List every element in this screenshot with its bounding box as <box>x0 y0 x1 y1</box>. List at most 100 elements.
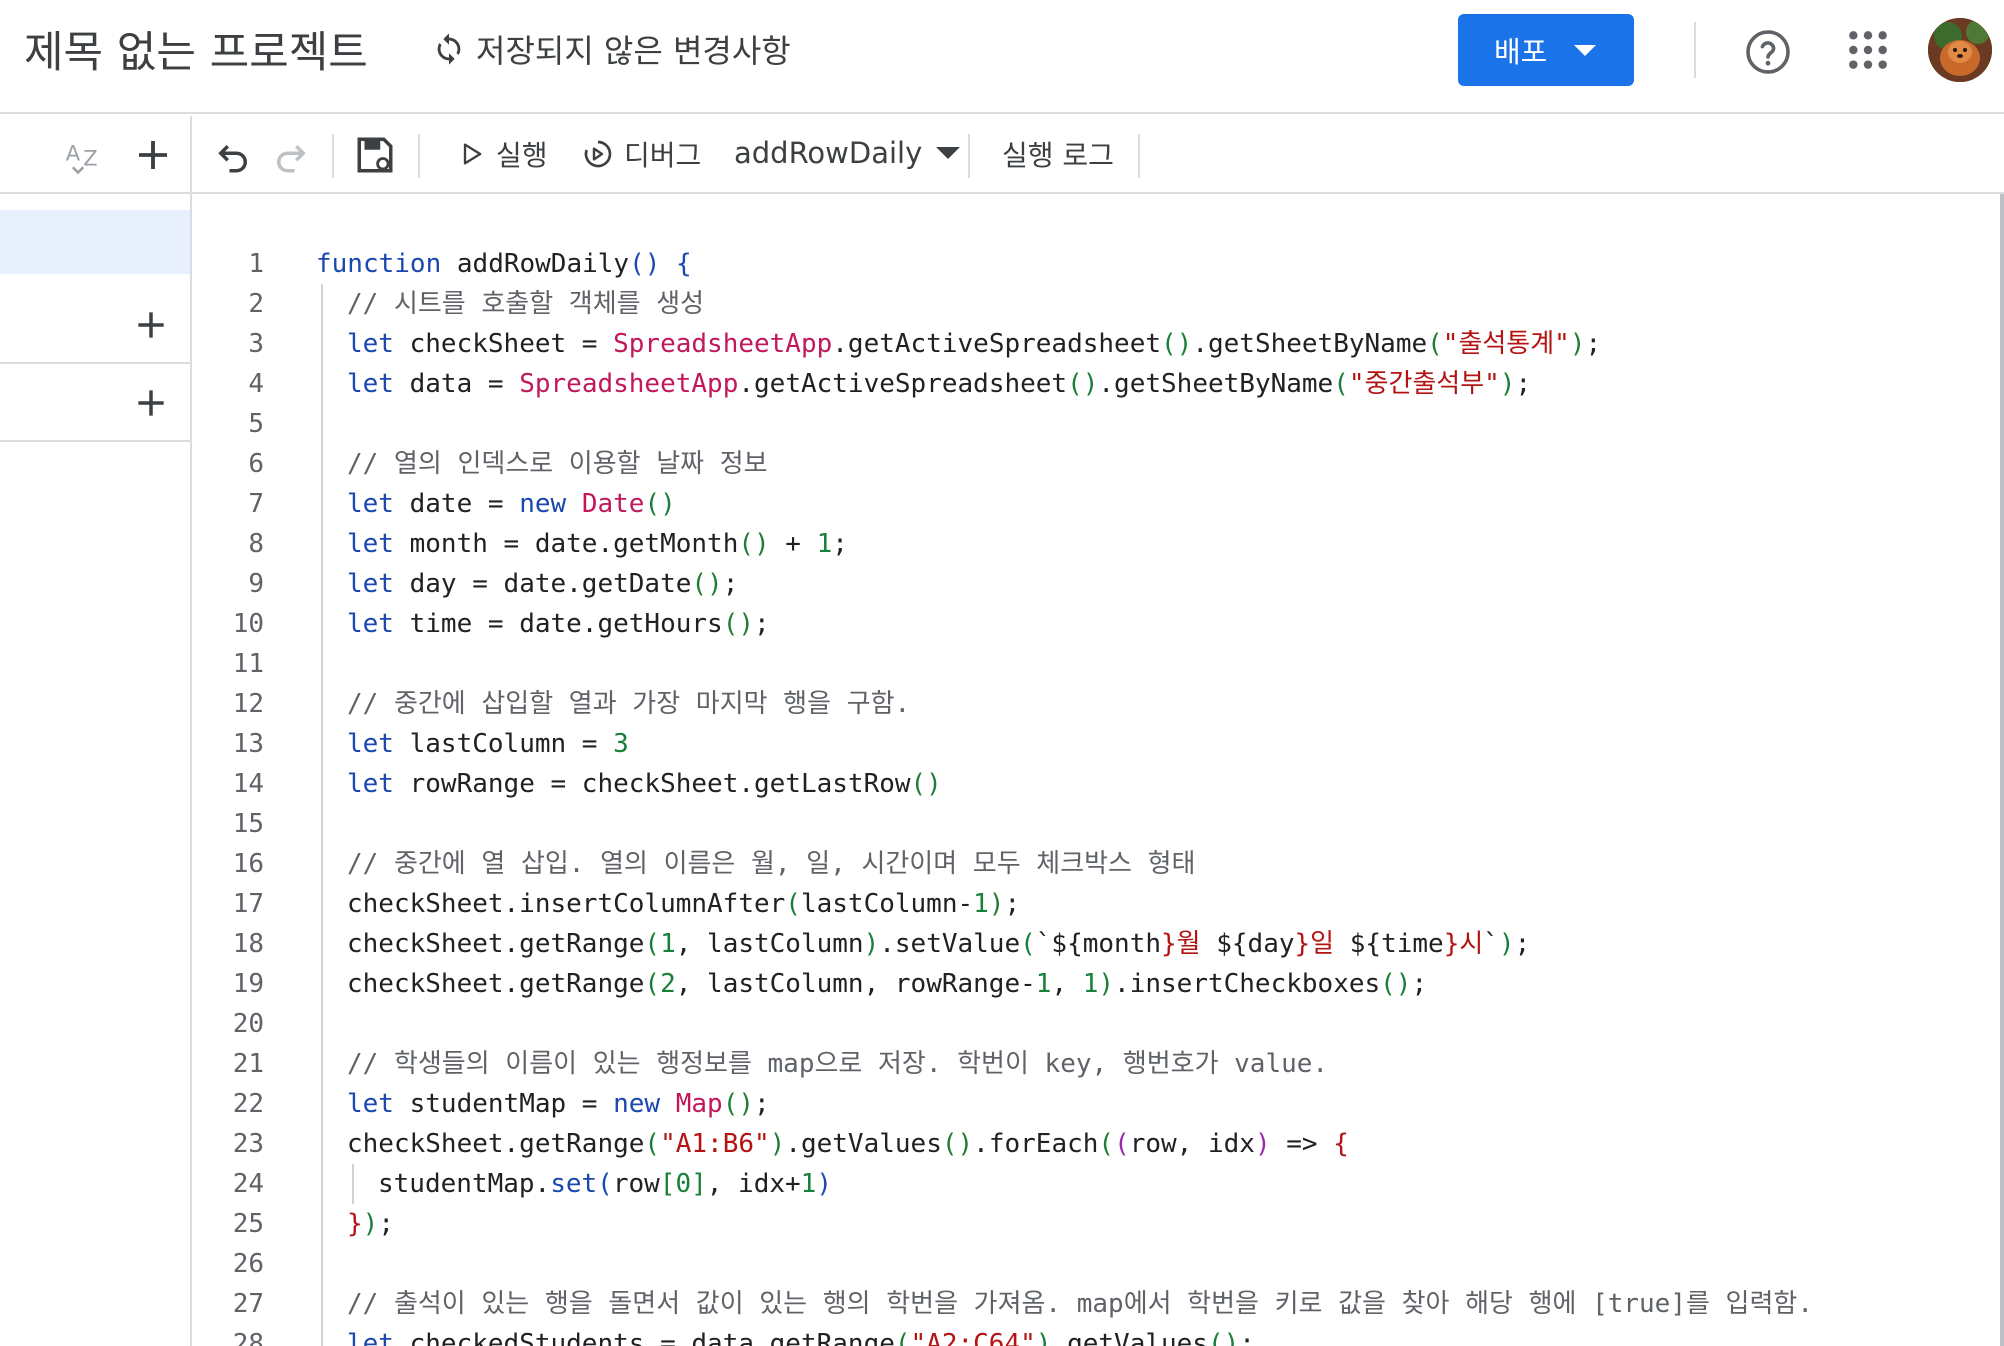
code-line[interactable]: 27 // 출석이 있는 행을 돌면서 값이 있는 행의 학번을 가져옴. map… <box>192 1284 1992 1324</box>
code-line[interactable]: 5 <box>192 404 1992 444</box>
line-number: 27 <box>232 1289 264 1319</box>
code-line[interactable]: 3 let checkSheet = SpreadsheetApp.getActi… <box>192 324 1992 364</box>
code-line[interactable]: 17 checkSheet.insertColumnAfter(lastColum… <box>192 884 1992 924</box>
code-token: 1 <box>1082 969 1099 999</box>
code-token: let <box>347 569 394 599</box>
code-token: , idx+ <box>706 1169 801 1199</box>
run-icon <box>463 143 482 165</box>
code-token: ( <box>785 889 801 919</box>
code-token: ( <box>1333 369 1349 399</box>
code-text: studentMap.set(row[0], idx+1) <box>378 1164 832 1204</box>
chevron-down-icon[interactable] <box>1574 45 1596 56</box>
code-token: ( <box>1427 329 1443 359</box>
code-token: .getActiveSpreadsheet <box>738 369 1068 399</box>
toolbar-divider <box>1138 134 1140 178</box>
run-label: 실행 <box>496 139 548 172</box>
code-line[interactable]: 1 function addRowDaily() { <box>192 244 1992 284</box>
chevron-down-icon <box>936 147 961 159</box>
add-file-icon[interactable] <box>132 134 174 176</box>
indent-guide <box>352 1164 354 1204</box>
code-line[interactable]: 13 let lastColumn = 3 <box>192 724 1992 764</box>
code-line[interactable]: 15 <box>192 804 1992 844</box>
svg-text:A: A <box>66 141 81 165</box>
code-token: ; <box>754 1089 770 1119</box>
code-line[interactable]: 18 checkSheet.getRange(1, lastColumn).set… <box>192 924 1992 964</box>
add-library-icon[interactable] <box>132 306 170 344</box>
save-icon[interactable] <box>354 134 396 176</box>
code-token: 3 <box>613 729 629 759</box>
code-line[interactable]: 21 // 학생들의 이름이 있는 행정보를 map으로 저장. 학번이 key,… <box>192 1044 1992 1084</box>
code-token: () <box>941 1129 974 1159</box>
code-line[interactable]: 14 let rowRange = checkSheet.getLastRow() <box>192 764 1992 804</box>
code-token: // 열의 인덱스로 이용할 날짜 정보 <box>347 449 768 479</box>
unsaved-changes-status: 저장되지 않은 변경사항 <box>432 26 791 72</box>
code-text: checkSheet.getRange(1, lastColumn).setVa… <box>347 924 1530 964</box>
project-title[interactable]: 제목 없는 프로젝트 <box>24 18 368 80</box>
redo-icon <box>277 145 306 173</box>
code-line[interactable]: 22 let studentMap = new Map(); <box>192 1084 1992 1124</box>
code-line[interactable]: 12 // 중간에 삽입할 열과 가장 마지막 행을 구함. <box>192 684 1992 724</box>
code-token: ) <box>1498 929 1515 959</box>
code-line[interactable]: 25}); <box>192 1204 1992 1244</box>
code-line[interactable]: 24 studentMap.set(row[0], idx+1) <box>192 1164 1992 1204</box>
sidebar-item-active-file[interactable] <box>0 210 190 274</box>
code-line[interactable]: 26 <box>192 1244 1992 1284</box>
execution-log-label: 실행 로그 <box>1002 139 1114 172</box>
code-line[interactable]: 20 <box>192 1004 1992 1044</box>
code-token: () <box>722 609 755 639</box>
code-token: SpreadsheetApp <box>613 329 833 359</box>
code-token: "출석통계" <box>1442 329 1570 359</box>
code-line[interactable]: 8 let month = date.getMonth() + 1; <box>192 524 1992 564</box>
code-line[interactable]: 2 // 시트를 호출할 객체를 생성 <box>192 284 1992 324</box>
debug-button[interactable]: 디버그 <box>582 134 701 174</box>
apps-icon[interactable] <box>1846 28 1890 72</box>
code-line[interactable]: 6 // 열의 인덱스로 이용할 날짜 정보 <box>192 444 1992 484</box>
code-line[interactable]: 16 // 중간에 열 삽입. 열의 이름은 월, 일, 시간이며 모두 체크박스… <box>192 844 1992 884</box>
code-editor[interactable]: 1 function addRowDaily() {2// 시트를 호출할 객체를… <box>192 194 2000 1346</box>
code-line[interactable]: 9 let day = date.getDate(); <box>192 564 1992 604</box>
code-text: let month = date.getMonth() + 1; <box>347 524 848 564</box>
code-token: lastColumn- <box>800 889 974 919</box>
code-line[interactable]: 11 <box>192 644 1992 684</box>
code-token: checkSheet = <box>393 329 614 359</box>
code-line[interactable]: 19 checkSheet.getRange(2, lastColumn, row… <box>192 964 1992 1004</box>
deploy-button[interactable]: 배포 <box>1458 14 1634 86</box>
undo-icon[interactable] <box>212 134 254 176</box>
code-text: let studentMap = new Map(); <box>347 1084 770 1124</box>
code-line[interactable]: 10 let time = date.getHours(); <box>192 604 1992 644</box>
code-token: // 중간에 열 삽입. 열의 이름은 월, 일, 시간이며 모두 체크박스 형… <box>347 849 1196 879</box>
code-token: ; <box>1515 369 1532 399</box>
line-number: 20 <box>232 1009 264 1039</box>
code-token: 1 <box>1035 969 1052 999</box>
code-token: time = date.getHours <box>393 609 723 639</box>
code-line[interactable]: 4 let data = SpreadsheetApp.getActiveSpre… <box>192 364 1992 404</box>
code-token: () <box>910 769 942 799</box>
code-token: ; <box>1585 329 1602 359</box>
toolbar-divider <box>968 134 970 178</box>
sort-az-icon[interactable]: A Z <box>64 134 106 176</box>
code-line[interactable]: 7 let date = new Date() <box>192 484 1992 524</box>
line-number: 23 <box>232 1129 264 1159</box>
editor-scrollbar[interactable] <box>2000 194 2004 1346</box>
line-number: 7 <box>248 489 264 519</box>
add-service-icon[interactable] <box>132 384 170 422</box>
code-token: () <box>722 1089 755 1119</box>
run-button[interactable]: 실행 <box>458 134 548 174</box>
function-select[interactable]: addRowDaily <box>734 136 961 170</box>
code-line[interactable]: 23 checkSheet.getRange("A1:B6").getValues… <box>192 1124 1992 1164</box>
header-divider <box>1694 22 1696 78</box>
code-token: 1 <box>800 1169 817 1199</box>
code-token: let <box>347 769 394 799</box>
code-token: checkSheet.getRange <box>347 1129 645 1159</box>
code-line[interactable]: 28 let checkedStudents = data.getRange("A… <box>192 1324 1992 1346</box>
code-token: ${day <box>1216 929 1295 959</box>
help-icon[interactable] <box>1744 28 1792 76</box>
execution-log-button[interactable]: 실행 로그 <box>1002 134 1114 174</box>
avatar[interactable] <box>1928 18 1992 82</box>
code-token: let <box>347 1329 394 1346</box>
line-number: 12 <box>232 689 264 719</box>
code-token: ; <box>832 529 848 559</box>
code-token: ( <box>597 1169 613 1199</box>
code-token: ] <box>691 1169 707 1199</box>
code-text: let checkSheet = SpreadsheetApp.getActiv… <box>347 324 1601 364</box>
